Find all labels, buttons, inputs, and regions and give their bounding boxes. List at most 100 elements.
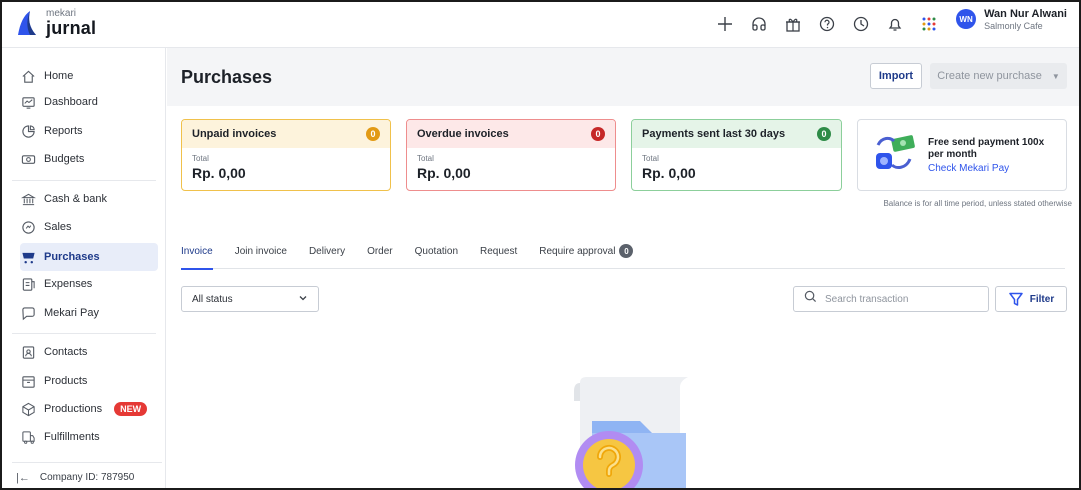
balance-note: Balance is for all time period, unless s… xyxy=(883,199,1072,208)
products-icon xyxy=(20,373,36,389)
app-window: mekari jurnal WN Wan Nur Alwani Salmonly… xyxy=(0,0,1081,490)
card-total-label: Total xyxy=(192,154,209,163)
tab-label: Invoice xyxy=(181,245,213,257)
sidebar-item-label: Fulfillments xyxy=(44,431,100,443)
tab-label: Quotation xyxy=(414,245,459,257)
empty-state-illustration xyxy=(552,373,692,488)
sidebar-item-home[interactable]: Home xyxy=(20,63,73,89)
card-title: Overdue invoices xyxy=(417,128,509,140)
sidebar-item-contacts[interactable]: Contacts xyxy=(20,339,87,365)
sidebar-item-productions[interactable]: Productions NEW xyxy=(20,396,148,422)
main-content: Purchases Import Create new purchase ▼ U… xyxy=(167,48,1079,488)
reports-icon xyxy=(20,123,36,139)
tab-invoice[interactable]: Invoice xyxy=(181,233,213,270)
collapse-sidebar-icon[interactable]: |← xyxy=(16,472,30,484)
create-new-purchase-button[interactable]: Create new purchase ▼ xyxy=(930,63,1067,89)
productions-icon xyxy=(20,401,36,417)
fulfillments-icon xyxy=(20,429,36,445)
sidebar-item-label: Home xyxy=(44,70,74,82)
search-icon xyxy=(804,290,817,308)
company-id-bar[interactable]: |← Company ID: 787950 xyxy=(12,462,162,488)
sidebar-item-dashboard[interactable]: Dashboard xyxy=(20,89,98,115)
bank-icon xyxy=(20,191,36,207)
tab-order[interactable]: Order xyxy=(367,233,393,269)
user-company: Salmonly Cafe xyxy=(984,20,1043,31)
sidebar-item-products[interactable]: Products xyxy=(20,368,87,394)
sidebar-item-label: Budgets xyxy=(44,153,85,165)
brand-name: jurnal xyxy=(46,18,97,38)
card-total-label: Total xyxy=(642,154,659,163)
company-id-text: Company ID: 787950 xyxy=(39,472,135,483)
history-icon[interactable] xyxy=(851,14,871,34)
tab-require-approval[interactable]: Require approval 0 xyxy=(539,233,634,269)
mekari-pay-promo[interactable]: Free send payment 100x per month Check M… xyxy=(857,119,1067,191)
sidebar-item-sales[interactable]: Sales xyxy=(20,214,72,240)
status-selected-value: All status xyxy=(192,293,233,305)
tab-delivery[interactable]: Delivery xyxy=(309,233,345,269)
sidebar-item-cash-bank[interactable]: Cash & bank xyxy=(20,186,107,212)
create-new-purchase-label: Create new purchase xyxy=(937,70,1042,82)
status-dropdown[interactable]: All status xyxy=(181,286,319,312)
user-menu[interactable]: WN Wan Nur Alwani Salmonly Cafe xyxy=(956,8,1067,31)
check-mekari-pay-link[interactable]: Check Mekari Pay xyxy=(928,163,1058,174)
tab-join-invoice[interactable]: Join invoice xyxy=(235,233,287,269)
tab-quotation[interactable]: Quotation xyxy=(415,233,458,269)
unpaid-invoices-card[interactable]: Unpaid invoices 0 Total Rp. 0,00 xyxy=(181,119,391,191)
card-total-value: Rp. 0,00 xyxy=(417,165,471,181)
tab-label: Join invoice xyxy=(234,245,287,257)
card-total-label: Total xyxy=(417,154,434,163)
user-name: Wan Nur Alwani xyxy=(984,8,1067,20)
tab-label: Delivery xyxy=(308,245,346,257)
sidebar-item-budgets[interactable]: Budgets xyxy=(20,146,84,172)
tab-request[interactable]: Request xyxy=(480,233,517,269)
count-badge: 0 xyxy=(619,244,634,258)
count-badge: 0 xyxy=(366,127,380,141)
count-badge: 0 xyxy=(591,127,605,141)
payments-sent-card[interactable]: Payments sent last 30 days 0 Total Rp. 0… xyxy=(631,119,842,191)
jurnal-logo-icon xyxy=(16,9,38,37)
chevron-down-icon xyxy=(298,293,308,306)
filter-button[interactable]: Filter xyxy=(995,286,1067,312)
expenses-icon xyxy=(20,276,36,292)
sidebar-item-label: Reports xyxy=(44,125,83,137)
sidebar-item-purchases[interactable]: Purchases xyxy=(20,243,158,271)
page-title: Purchases xyxy=(181,67,273,87)
sidebar-item-label: Sales xyxy=(44,221,72,233)
sidebar-item-label: Purchases xyxy=(44,251,100,263)
card-title: Unpaid invoices xyxy=(192,128,277,140)
sidebar-item-label: Mekari Pay xyxy=(44,307,100,319)
transaction-tabs: Invoice Join invoice Delivery Order Quot… xyxy=(181,233,1065,270)
chat-icon xyxy=(20,305,36,321)
search-input[interactable] xyxy=(825,293,975,305)
sidebar-item-label: Products xyxy=(44,375,88,387)
import-button[interactable]: Import xyxy=(870,63,922,89)
card-total-value: Rp. 0,00 xyxy=(642,165,696,181)
sidebar-item-expenses[interactable]: Expenses xyxy=(20,271,92,297)
gift-icon[interactable] xyxy=(783,14,803,34)
page-header: Purchases Import Create new purchase ▼ xyxy=(167,48,1079,106)
brand-logo[interactable]: mekari jurnal xyxy=(16,9,96,37)
sidebar-item-fulfillments[interactable]: Fulfillments xyxy=(20,424,100,450)
contacts-icon xyxy=(20,344,36,360)
search-box[interactable] xyxy=(793,286,989,312)
overdue-invoices-card[interactable]: Overdue invoices 0 Total Rp. 0,00 xyxy=(406,119,616,191)
promo-title: Free send payment 100x per month xyxy=(928,136,1045,160)
purchases-icon xyxy=(20,249,36,265)
tab-label: Require approval xyxy=(539,245,616,257)
sidebar-item-label: Cash & bank xyxy=(44,193,107,205)
top-icons xyxy=(715,14,939,34)
bell-icon[interactable] xyxy=(885,14,905,34)
sidebar-item-mekari-pay[interactable]: Mekari Pay xyxy=(20,300,99,326)
apps-grid-icon[interactable] xyxy=(919,14,939,34)
new-badge: NEW xyxy=(114,402,148,416)
card-total-value: Rp. 0,00 xyxy=(192,165,246,181)
payment-transfer-icon xyxy=(870,131,918,180)
help-icon[interactable] xyxy=(817,14,837,34)
sidebar-item-reports[interactable]: Reports xyxy=(20,118,83,144)
tab-label: Request xyxy=(480,245,518,257)
headset-icon[interactable] xyxy=(749,14,769,34)
budgets-icon xyxy=(20,151,36,167)
plus-icon[interactable] xyxy=(715,14,735,34)
sidebar-item-label: Productions xyxy=(44,403,103,415)
count-badge: 0 xyxy=(817,127,831,141)
